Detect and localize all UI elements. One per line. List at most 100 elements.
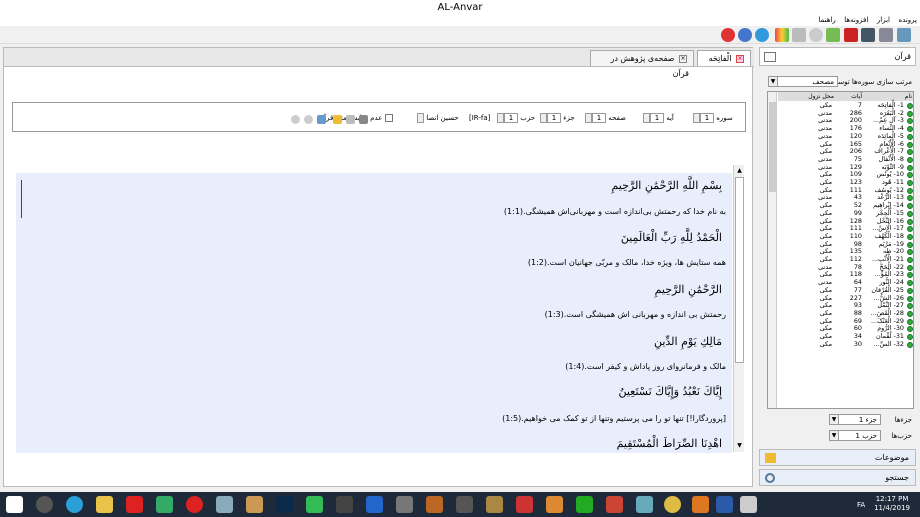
menu-tools[interactable]: ابزار: [874, 15, 893, 26]
hide-text-checkbox[interactable]: [384, 114, 393, 122]
reciter-select[interactable]: حسین انصا: [417, 113, 459, 123]
chevron-down-icon[interactable]: [417, 113, 424, 123]
app-icon[interactable]: [546, 496, 563, 513]
app-icon[interactable]: [216, 496, 233, 513]
chrome-icon[interactable]: [664, 496, 681, 513]
ayah-spin-button[interactable]: [643, 113, 650, 123]
close-tab-icon[interactable]: ×: [736, 54, 744, 63]
copy-icon[interactable]: [317, 115, 326, 124]
search-icon[interactable]: [36, 496, 53, 513]
app-icon[interactable]: [396, 496, 413, 513]
juz-spin-button[interactable]: [540, 113, 547, 123]
juz-select[interactable]: ▼ جزء 1: [829, 414, 881, 425]
page-spin-button[interactable]: [585, 113, 592, 123]
page-control: صفحه 1: [585, 113, 626, 123]
app-icon[interactable]: [246, 496, 263, 513]
app-icon[interactable]: [576, 496, 593, 513]
quran-sidebar: قرآن مرتب سازی سوره‌ها توسط ▼ مصحف نام آ…: [759, 47, 916, 487]
app-icon[interactable]: [636, 496, 653, 513]
scroll-up-icon[interactable]: ▲: [735, 166, 744, 175]
app-icon[interactable]: [336, 496, 353, 513]
explorer-icon[interactable]: [96, 496, 113, 513]
app-icon[interactable]: [426, 496, 443, 513]
verse-arabic: اهْدِنَا الصِّرَاطَ الْمُسْتَقِيمَ: [616, 437, 722, 450]
audio-icon[interactable]: [359, 115, 368, 124]
tab-research[interactable]: × صفحه‌ی پژوهش در قرآن: [590, 50, 694, 78]
pdf-icon[interactable]: [844, 28, 858, 42]
telegram-icon[interactable]: [66, 496, 83, 513]
search-icon[interactable]: [809, 28, 823, 42]
hizb-spin[interactable]: 1: [504, 113, 518, 123]
surah-list[interactable]: نام آیات محل نزول 1- الْفاتِحَه 7 مکی 2- ال…: [767, 91, 914, 409]
exit-icon[interactable]: [721, 28, 735, 42]
panel-icon[interactable]: [897, 28, 911, 42]
app-icon[interactable]: [692, 496, 709, 513]
scroll-thumb[interactable]: [769, 102, 776, 192]
print-icon[interactable]: [879, 28, 893, 42]
scroll-down-icon[interactable]: ▼: [735, 441, 744, 450]
ayah-spin[interactable]: 1: [650, 113, 664, 123]
repeat-icon[interactable]: [346, 115, 355, 124]
close-tab-icon[interactable]: ×: [679, 54, 687, 63]
surah-status-icon: [907, 257, 913, 263]
app-icon[interactable]: [366, 496, 383, 513]
info-icon[interactable]: [738, 28, 752, 42]
quran-reader[interactable]: بِسْمِ اللَّهِ الرَّحْمَٰنِ الرَّحِيمِ ب…: [16, 173, 732, 453]
language-select[interactable]: [IR-fa]: [469, 113, 490, 123]
main-panel: × الْفاتِحَه × صفحه‌ی پژوهش در قرآن سوره…: [3, 47, 754, 487]
language-indicator[interactable]: FA: [857, 501, 865, 509]
juz-spin[interactable]: 1: [547, 113, 561, 123]
surah-row[interactable]: 32- السَّ... 30 مکی: [778, 339, 913, 349]
menu-file[interactable]: پرونده: [896, 15, 920, 26]
app-icon[interactable]: [606, 496, 623, 513]
tab-research-label: صفحه‌ی پژوهش در قرآن: [610, 54, 689, 78]
clock[interactable]: 12:17 PM 11/4/2019: [874, 495, 910, 513]
hide-text-option[interactable]: عدم نمایش متن قرآن: [319, 113, 393, 123]
surah-ayat: 30: [853, 339, 862, 348]
surah-status-icon: [907, 118, 913, 125]
menu-help[interactable]: راهنما: [815, 15, 838, 26]
reader-scrollbar[interactable]: ▲ ▼: [733, 165, 744, 452]
hizb-spin-button[interactable]: [497, 113, 504, 123]
hizb-select[interactable]: ▼ حزب 1: [829, 430, 881, 441]
chevron-down-icon[interactable]: ▼: [830, 415, 839, 424]
zoom-icon[interactable]: [792, 28, 806, 42]
zoom-out-icon[interactable]: [291, 115, 300, 124]
column-place[interactable]: محل نزول: [808, 92, 834, 101]
search-button[interactable]: جستجو: [759, 469, 916, 486]
warning-icon[interactable]: [333, 115, 342, 124]
pdf-icon[interactable]: [126, 496, 143, 513]
verse-translation: به نام خدا که رحمتش بی‌اندازه است و مهرب…: [503, 207, 726, 216]
layout-icon[interactable]: [826, 28, 840, 42]
column-name[interactable]: نام: [905, 92, 912, 101]
photoshop-icon[interactable]: [276, 496, 293, 513]
page-spin[interactable]: 1: [592, 113, 606, 123]
surah-status-icon: [907, 226, 913, 233]
surah-place: مکی: [819, 339, 832, 348]
windows-start-icon[interactable]: [6, 496, 23, 513]
topics-button[interactable]: موضوعات: [759, 449, 916, 466]
scroll-thumb[interactable]: [735, 177, 744, 363]
app-icon[interactable]: [516, 496, 533, 513]
zoom-in-icon[interactable]: [304, 115, 313, 124]
app-icon[interactable]: [486, 496, 503, 513]
sort-select[interactable]: ▼ مصحف: [768, 76, 838, 87]
colors-icon[interactable]: [775, 28, 789, 42]
app-icon[interactable]: [156, 496, 173, 513]
app-icon[interactable]: [456, 496, 473, 513]
menu-plugins[interactable]: افزونه‌ها: [841, 15, 871, 26]
verse-arabic: بِسْمِ اللَّهِ الرَّحْمَٰنِ الرَّحِيمِ: [611, 179, 722, 192]
surah-spin[interactable]: 1: [700, 113, 714, 123]
save-icon[interactable]: [861, 28, 875, 42]
help-icon[interactable]: [755, 28, 769, 42]
tab-fatiha[interactable]: × الْفاتِحَه: [697, 50, 751, 66]
app-icon[interactable]: [306, 496, 323, 513]
app-icon[interactable]: [740, 496, 757, 513]
word-icon[interactable]: [716, 496, 733, 513]
chevron-down-icon[interactable]: ▼: [769, 77, 778, 86]
opera-icon[interactable]: [186, 496, 203, 513]
surah-spin-button[interactable]: [693, 113, 700, 123]
column-ayat[interactable]: آیات: [851, 92, 862, 101]
surah-list-scrollbar[interactable]: [768, 92, 777, 408]
chevron-down-icon[interactable]: ▼: [830, 431, 839, 440]
